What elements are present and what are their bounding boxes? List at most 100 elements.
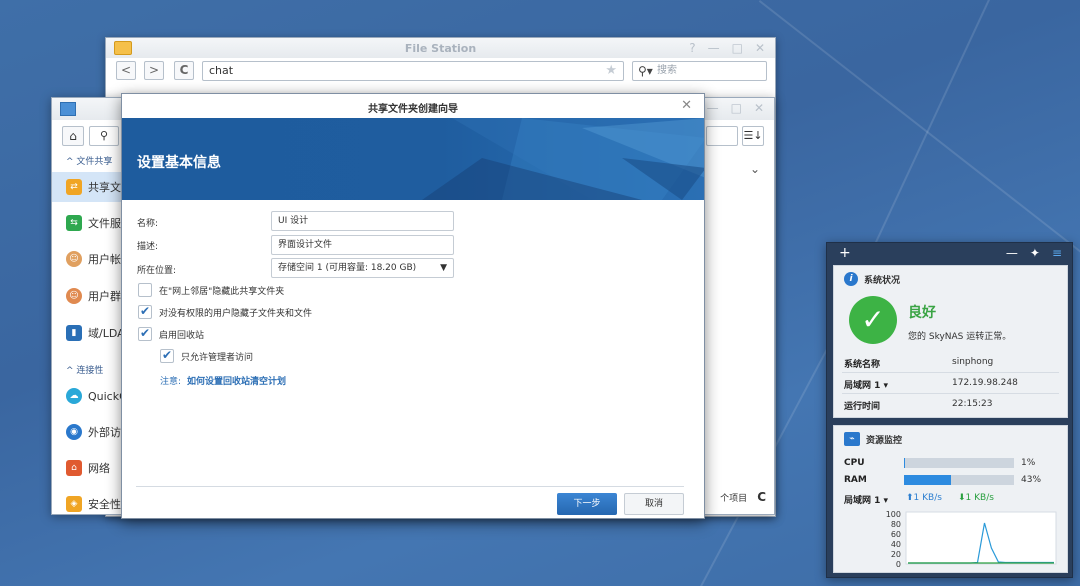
location-select[interactable]: 存储空间 1 (可用容量: 18.20 GB) ▼ bbox=[271, 258, 454, 278]
path-input[interactable]: chat ★ bbox=[202, 61, 624, 81]
control-panel-icon bbox=[60, 102, 76, 116]
minimize-icon[interactable]: — bbox=[1006, 246, 1018, 260]
system-health-header: i 系统状况 bbox=[834, 266, 1067, 286]
option-hide-subfolders[interactable]: 对没有权限的用户隐藏子文件夹和文件 bbox=[138, 304, 313, 319]
recycle-bin-note: 注意: 如何设置回收站清空计划 bbox=[160, 374, 286, 387]
recycle-bin-schedule-link[interactable]: 如何设置回收站清空计划 bbox=[187, 377, 286, 387]
chevron-down-icon[interactable]: ⌄ bbox=[750, 162, 760, 176]
sidebar-item-label: 域/LDAP bbox=[88, 327, 124, 340]
sort-button[interactable]: ☰↓ bbox=[742, 126, 764, 146]
shield-icon: ◈ bbox=[66, 496, 82, 512]
resource-monitor-header: ⌁ 资源监控 bbox=[834, 426, 1067, 446]
resource-monitor-widget: ⌁ 资源监控 CPU 1% RAM 43% 局域网 1 ▾ ⬆1 KB/s ⬇1… bbox=[833, 425, 1068, 573]
name-input[interactable]: UI 设计 bbox=[271, 211, 454, 231]
refresh-button[interactable]: C bbox=[174, 61, 194, 80]
user-icon: ☺ bbox=[66, 251, 82, 267]
ram-bar bbox=[904, 475, 1014, 485]
wizard-title: 共享文件夹创建向导 bbox=[368, 104, 458, 115]
monitor-icon: ⌁ bbox=[844, 432, 860, 446]
checkmark-icon: ✓ bbox=[849, 296, 897, 344]
close-icon[interactable]: ✕ bbox=[755, 41, 765, 55]
download-arrow-icon: ⬇ bbox=[958, 493, 966, 503]
add-widget-button[interactable]: + bbox=[839, 245, 851, 261]
sidebar-item-label: QuickConnect bbox=[88, 389, 124, 403]
sidebar-item-quickconnect[interactable]: ☁ QuickConnect bbox=[52, 381, 124, 411]
option-enable-recycle-bin[interactable]: 启用回收站 bbox=[138, 326, 204, 341]
close-icon[interactable]: ✕ bbox=[681, 98, 692, 113]
sidebar-item-shared-folder[interactable]: ⇄ 共享文件夹 bbox=[52, 172, 124, 202]
checkbox-hide-subfolders[interactable] bbox=[138, 304, 152, 319]
ram-bar-fill bbox=[904, 475, 952, 485]
row-divider bbox=[842, 372, 1059, 373]
shared-folder-icon: ⇄ bbox=[66, 179, 82, 195]
sidebar-item-network[interactable]: ⌂ 网络 bbox=[52, 453, 124, 483]
file-station-titlebar[interactable]: File Station ? — □ ✕ bbox=[106, 38, 775, 58]
cpu-label: CPU bbox=[844, 458, 865, 468]
sidebar-item-label: 共享文件夹 bbox=[88, 181, 124, 194]
option-admin-only[interactable]: 只允许管理者访问 bbox=[160, 348, 253, 363]
location-label: 所在位置: bbox=[137, 266, 177, 276]
help-icon[interactable]: ? bbox=[689, 41, 695, 55]
refresh-button[interactable]: C bbox=[757, 490, 766, 504]
sidebar-item-user[interactable]: ☺ 用户帐号 bbox=[52, 244, 124, 274]
sidebar-item-label: 用户群组 bbox=[88, 290, 124, 303]
pin-icon[interactable]: ✦ bbox=[1030, 246, 1040, 260]
row-divider bbox=[842, 393, 1059, 394]
cpu-bar-fill bbox=[904, 458, 906, 468]
close-icon[interactable]: ✕ bbox=[754, 101, 764, 115]
chart-plot-area bbox=[905, 511, 1057, 565]
home-button[interactable]: ⌂ bbox=[62, 126, 84, 146]
maximize-icon[interactable]: □ bbox=[732, 41, 743, 55]
system-health-widget: i 系统状况 ✓ 良好 您的 SkyNAS 运转正常。 系统名称 sinphon… bbox=[833, 265, 1068, 418]
wizard-titlebar[interactable]: 共享文件夹创建向导 ✕ bbox=[122, 94, 704, 118]
lan-selector[interactable]: 局域网 1 ▾ bbox=[844, 378, 888, 391]
cpu-percent: 1% bbox=[1021, 458, 1036, 468]
description-input[interactable]: 界面设计文件 bbox=[271, 235, 454, 255]
checkbox-enable-recycle-bin[interactable] bbox=[138, 326, 152, 341]
file-services-icon: ⇆ bbox=[66, 215, 82, 231]
lan-selector[interactable]: 局域网 1 ▾ bbox=[844, 493, 888, 506]
domain-icon: ▮ bbox=[66, 325, 82, 341]
minimize-icon[interactable]: — bbox=[708, 41, 720, 55]
search-icon: ⚲▾ bbox=[638, 64, 653, 78]
forward-button[interactable]: > bbox=[144, 61, 164, 80]
sidebar-item-file-services[interactable]: ⇆ 文件服务 bbox=[52, 208, 124, 238]
next-button[interactable]: 下一步 bbox=[557, 493, 617, 515]
search-input[interactable]: ⚲▾ 搜索 bbox=[632, 61, 767, 81]
widget-panel[interactable]: + — ✦ ≡ i 系统状况 ✓ 良好 您的 SkyNAS 运转正常。 系统名称… bbox=[826, 242, 1073, 578]
network-chart: 100 80 60 40 20 0 bbox=[886, 510, 1057, 569]
checkbox-hide-in-network[interactable] bbox=[138, 283, 152, 297]
back-button[interactable]: < bbox=[116, 61, 136, 80]
chart-tick: 60 bbox=[891, 530, 901, 539]
cancel-button[interactable]: 取消 bbox=[624, 493, 684, 515]
health-status: 良好 bbox=[908, 305, 936, 321]
note-prefix: 注意: bbox=[160, 377, 182, 387]
sidebar-item-group[interactable]: ☺ 用户群组 bbox=[52, 281, 124, 311]
minimize-icon[interactable]: — bbox=[707, 101, 719, 115]
sidebar-item-label: 用户帐号 bbox=[88, 253, 124, 266]
ram-percent: 43% bbox=[1021, 475, 1042, 485]
star-icon[interactable]: ★ bbox=[605, 62, 617, 80]
section-connectivity[interactable]: ^ 连接性 bbox=[66, 363, 103, 376]
create-shared-folder-wizard[interactable]: 共享文件夹创建向导 ✕ 设置基本信息 名称: UI 设计 描述: 界面设计文件 … bbox=[121, 93, 705, 519]
sidebar-item-external-access[interactable]: ◉ 外部访问 bbox=[52, 417, 124, 447]
section-file-sharing[interactable]: ^ 文件共享 bbox=[66, 154, 112, 167]
option-hide-in-network[interactable]: 在"网上邻居"隐藏此共享文件夹 bbox=[138, 283, 284, 297]
quickconnect-icon: ☁ bbox=[66, 388, 82, 404]
sidebar-item-domain-ldap[interactable]: ▮ 域/LDAP bbox=[52, 318, 124, 348]
filter-input[interactable] bbox=[706, 126, 738, 146]
uptime-label: 运行时间 bbox=[844, 402, 881, 412]
checkbox-label: 对没有权限的用户隐藏子文件夹和文件 bbox=[159, 308, 313, 319]
widget-toolbar: + — ✦ ≡ bbox=[827, 243, 1072, 265]
menu-icon[interactable]: ≡ bbox=[1052, 246, 1062, 260]
description-label: 描述: bbox=[137, 242, 159, 252]
checkbox-admin-only[interactable] bbox=[160, 348, 174, 363]
chart-tick: 20 bbox=[891, 550, 901, 559]
download-rate: ⬇1 KB/s bbox=[958, 493, 994, 503]
status-bar: 个项目 C bbox=[720, 490, 766, 504]
background-streak bbox=[758, 0, 1080, 261]
sidebar-item-security[interactable]: ◈ 安全性 bbox=[52, 489, 124, 519]
maximize-icon[interactable]: □ bbox=[731, 101, 742, 115]
item-count-text: 个项目 bbox=[720, 493, 748, 504]
search-button[interactable]: ⚲ bbox=[89, 126, 119, 146]
